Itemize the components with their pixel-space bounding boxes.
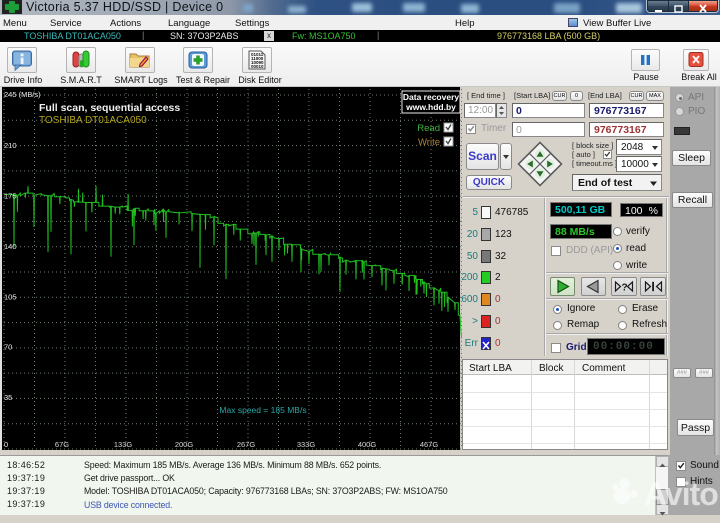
svg-text:0: 0 [4, 440, 8, 449]
svg-text:175: 175 [4, 192, 17, 201]
svg-text:200G: 200G [175, 440, 194, 449]
svg-text:TOSHIBA DT01ACA050: TOSHIBA DT01ACA050 [39, 115, 147, 126]
svg-text:Data recovery: Data recovery [403, 92, 460, 102]
svg-text:Max speed = 185 MB/s: Max speed = 185 MB/s [219, 405, 306, 415]
svg-text:?: ? [622, 283, 628, 294]
svg-text:267G: 267G [237, 440, 256, 449]
svg-text:Full scan, sequential access: Full scan, sequential access [39, 102, 180, 114]
svg-text:67G: 67G [55, 440, 69, 449]
svg-text:35: 35 [4, 393, 12, 402]
svg-text:133G: 133G [114, 440, 133, 449]
svg-text:245 (MB/s): 245 (MB/s) [4, 90, 41, 99]
svg-text:Read: Read [417, 123, 440, 134]
svg-text:00010: 00010 [251, 64, 264, 69]
svg-text:105: 105 [4, 292, 17, 301]
svg-text:400G: 400G [358, 440, 377, 449]
svg-text:Avito: Avito [644, 476, 718, 512]
svg-text:www.hdd.by: www.hdd.by [405, 102, 456, 112]
svg-text:467G: 467G [420, 440, 439, 449]
svg-text:Write: Write [418, 137, 440, 148]
svg-text:70: 70 [4, 343, 12, 352]
svg-text:333G: 333G [297, 440, 316, 449]
svg-text:210: 210 [4, 141, 17, 150]
svg-text:140: 140 [4, 242, 17, 251]
